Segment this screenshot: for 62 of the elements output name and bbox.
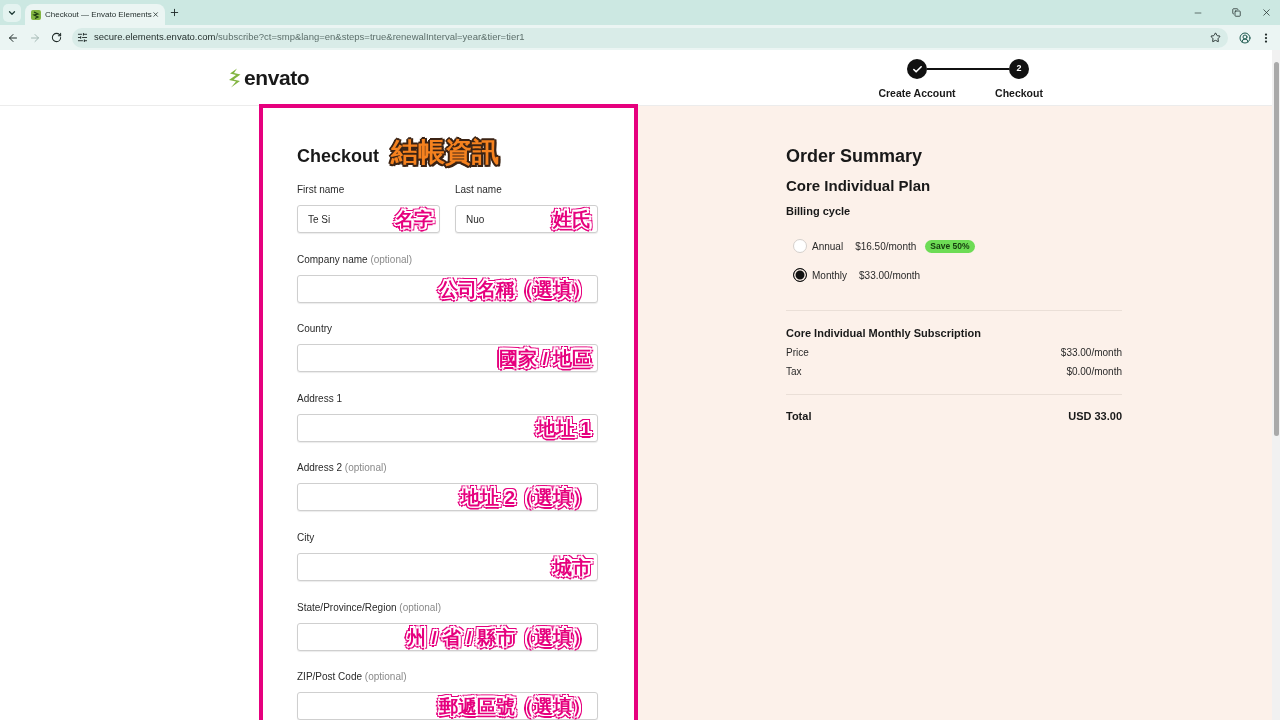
reload-icon[interactable] bbox=[51, 32, 62, 43]
tab-search-button[interactable] bbox=[3, 3, 21, 22]
field-label: Address 2 (optional) bbox=[297, 462, 388, 475]
scrollbar[interactable] bbox=[1272, 50, 1280, 720]
step-label: Create Account bbox=[877, 87, 957, 99]
site-info-icon[interactable] bbox=[77, 32, 88, 43]
subscription-title: Core Individual Monthly Subscription bbox=[786, 326, 982, 340]
new-tab-icon[interactable] bbox=[169, 7, 180, 18]
option-price: $33.00/month bbox=[859, 268, 921, 283]
field-label: Address 1 bbox=[297, 392, 344, 405]
option-label: Monthly bbox=[812, 268, 847, 283]
step-label: Checkout bbox=[994, 87, 1044, 99]
restore-icon[interactable] bbox=[1232, 8, 1241, 17]
leaf-favicon-icon bbox=[31, 9, 41, 20]
annotation-text: 名字 bbox=[395, 209, 433, 229]
url-text: secure.elements.envato.com/subscribe?ct=smp&lang=en&steps=true&renewalInterval=year&tier=tier1 bbox=[94, 30, 525, 45]
annotation-text: 地址 2（選填） bbox=[461, 487, 591, 507]
option-label: Annual bbox=[812, 239, 844, 254]
back-arrow-icon[interactable] bbox=[7, 31, 19, 44]
input-field[interactable] bbox=[297, 274, 598, 303]
form-title: Checkout bbox=[297, 147, 379, 165]
annotation-text: 國家 / 地區 bbox=[499, 348, 591, 368]
input-field[interactable] bbox=[297, 692, 598, 720]
input-field[interactable] bbox=[297, 344, 598, 373]
line-value: $33.00/month bbox=[1060, 346, 1122, 360]
bookmark-star-icon[interactable] bbox=[1210, 32, 1221, 43]
field-label: ZIP/Post Code (optional) bbox=[297, 671, 408, 684]
discount-badge: Save 50% bbox=[925, 239, 975, 253]
total-label: Total bbox=[786, 409, 812, 423]
title-annotation: 結帳資訊 bbox=[391, 138, 499, 166]
option-price: $16.50/month bbox=[855, 239, 917, 254]
annotation-text: 姓氏 bbox=[553, 209, 591, 229]
total-value: USD 33.00 bbox=[1068, 409, 1122, 423]
annotation-text: 地址 1 bbox=[537, 418, 591, 438]
annotation-text: 州 / 省 / 縣市（選填） bbox=[407, 627, 591, 647]
radio-button[interactable] bbox=[793, 268, 807, 282]
field-label: First name bbox=[297, 184, 346, 196]
line-label: Price bbox=[786, 346, 809, 360]
profile-icon[interactable] bbox=[1239, 31, 1251, 44]
input-field[interactable] bbox=[297, 552, 598, 581]
summary-title: Order Summary bbox=[786, 145, 924, 167]
line-value: $0.00/month bbox=[1066, 365, 1122, 379]
close-window-icon[interactable] bbox=[1261, 7, 1272, 18]
annotation-text: 郵遞區號（選填） bbox=[439, 696, 591, 716]
input-field[interactable] bbox=[297, 413, 598, 442]
leaf-logo-icon bbox=[228, 67, 242, 88]
logo-text: envato bbox=[244, 67, 310, 88]
field-label: Country bbox=[297, 323, 333, 336]
annotation-text: 公司名稱（選填） bbox=[439, 279, 591, 299]
field-label: Last name bbox=[455, 184, 503, 196]
field-label: State/Province/Region (optional) bbox=[297, 601, 442, 614]
field-label: City bbox=[297, 531, 316, 544]
browser-tab[interactable]: Checkout — Envato Elements bbox=[25, 4, 165, 25]
plan-name: Core Individual Plan bbox=[786, 177, 932, 195]
annotation-text: 城市 bbox=[553, 557, 591, 577]
line-label: Tax bbox=[786, 365, 802, 379]
close-tab-icon[interactable] bbox=[151, 10, 159, 19]
input-field[interactable] bbox=[297, 483, 598, 512]
input-field[interactable] bbox=[297, 622, 598, 651]
field-label: Company name (optional) bbox=[297, 253, 414, 266]
address-bar[interactable]: secure.elements.envato.com/subscribe?ct=smp&lang=en&steps=true&renewalInterval=year&tier=tier1 bbox=[72, 27, 1228, 48]
billing-heading: Billing cycle bbox=[786, 204, 852, 218]
